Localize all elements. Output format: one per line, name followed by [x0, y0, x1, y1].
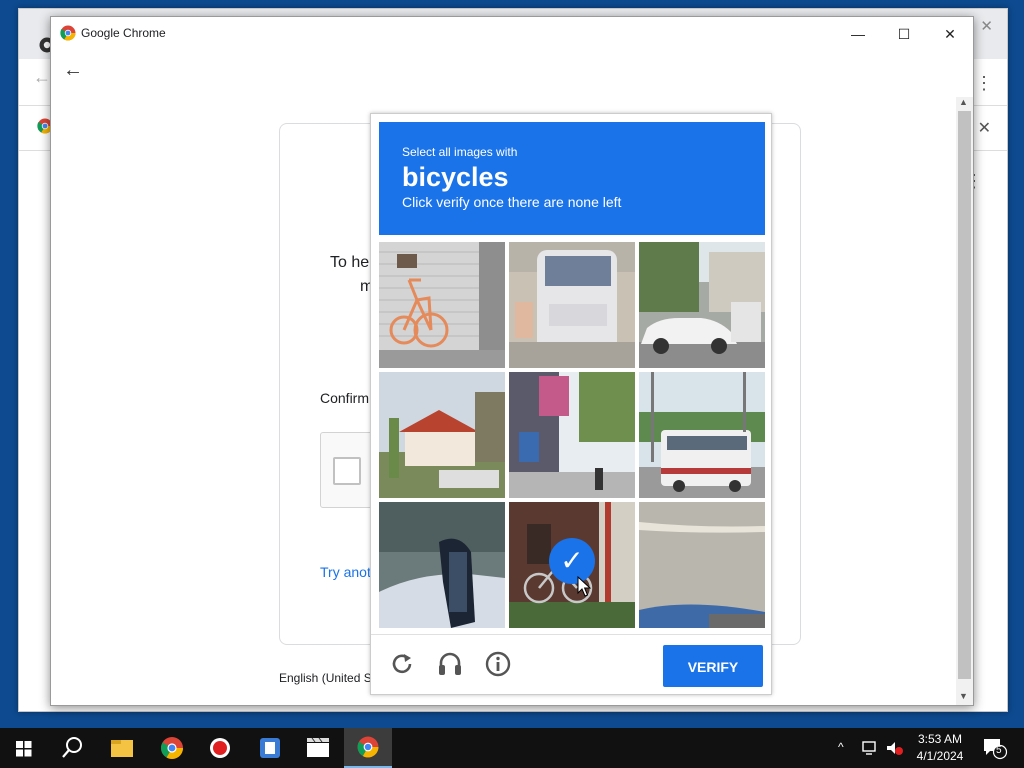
maximize-button[interactable]: ☐: [881, 22, 927, 46]
image-tile-2[interactable]: [509, 242, 635, 368]
tile-image: [379, 502, 505, 628]
reload-icon[interactable]: [387, 649, 417, 679]
image-tile-4[interactable]: [379, 372, 505, 498]
network-icon[interactable]: [862, 740, 880, 756]
close-button[interactable]: ✕: [927, 22, 973, 46]
tile-image: [379, 242, 505, 368]
scroll-down-icon[interactable]: ▼: [959, 691, 968, 701]
title-bar: Google Chrome — ☐ ✕: [51, 17, 973, 49]
media-icon[interactable]: [294, 728, 342, 768]
close-icon[interactable]: ✕: [980, 17, 993, 35]
minimize-button[interactable]: —: [835, 22, 881, 46]
challenge-select-text: Select all images with: [402, 145, 518, 159]
challenge-object: bicycles: [402, 162, 509, 192]
close-icon[interactable]: ✕: [978, 118, 991, 138]
record-icon[interactable]: [196, 728, 244, 768]
tile-image: [639, 372, 765, 498]
image-tile-3[interactable]: [639, 242, 765, 368]
image-grid: ✓: [379, 242, 765, 628]
challenge-header: Select all images with bicycles Click ve…: [379, 122, 765, 235]
audio-icon[interactable]: [435, 649, 465, 679]
search-icon[interactable]: [48, 728, 96, 768]
tile-image: [639, 502, 765, 628]
chrome-active-icon[interactable]: [344, 728, 392, 768]
challenge-instruction: Click verify once there are none left: [402, 194, 622, 210]
image-tile-9[interactable]: [639, 502, 765, 628]
chrome-icon[interactable]: [148, 728, 196, 768]
language-selector[interactable]: English (United S: [279, 671, 372, 685]
clock-time: 3:53 AM: [917, 732, 963, 746]
window-title: Google Chrome: [81, 26, 166, 40]
image-tile-1[interactable]: [379, 242, 505, 368]
back-arrow-icon[interactable]: ←: [63, 59, 83, 82]
system-clock[interactable]: 3:53 AM 4/1/2024: [896, 731, 984, 765]
image-tile-5[interactable]: [509, 372, 635, 498]
file-explorer-icon[interactable]: [98, 728, 146, 768]
tile-image: [509, 372, 635, 498]
image-tile-8[interactable]: ✓: [509, 502, 635, 628]
scroll-up-icon[interactable]: ▲: [959, 97, 968, 107]
scrollbar[interactable]: ▲ ▼: [956, 97, 973, 705]
app-icon[interactable]: [246, 728, 294, 768]
confirm-label: Confirm: [320, 390, 370, 406]
info-icon[interactable]: [483, 649, 513, 679]
challenge-footer: VERIFY: [371, 634, 771, 695]
tile-image: [379, 372, 505, 498]
clock-date: 4/1/2024: [916, 749, 964, 763]
menu-dots-icon[interactable]: ⋮: [975, 73, 993, 94]
recaptcha-challenge: Select all images with bicycles Click ve…: [370, 113, 772, 695]
image-tile-7[interactable]: [379, 502, 505, 628]
verify-button[interactable]: VERIFY: [663, 645, 763, 687]
tray-chevron-icon[interactable]: ^: [838, 740, 844, 754]
try-another-link[interactable]: Try anot: [320, 564, 371, 580]
notification-count: 5: [996, 745, 1002, 756]
mouse-cursor-icon: [577, 576, 591, 597]
scroll-thumb[interactable]: [958, 111, 971, 679]
back-arrow-icon[interactable]: ←: [33, 67, 51, 88]
notification-center-icon[interactable]: 5: [982, 736, 1008, 760]
notification-bubble-icon: [984, 739, 1008, 760]
image-tile-6[interactable]: [639, 372, 765, 498]
recaptcha-checkbox[interactable]: [333, 457, 361, 485]
chrome-logo-icon: [60, 25, 76, 41]
tile-image: [509, 242, 635, 368]
tile-image: [639, 242, 765, 368]
start-icon[interactable]: [0, 728, 48, 768]
card-text: To he: [330, 254, 370, 271]
taskbar: ^ 3:53 AM 4/1/2024 5: [0, 728, 1024, 768]
